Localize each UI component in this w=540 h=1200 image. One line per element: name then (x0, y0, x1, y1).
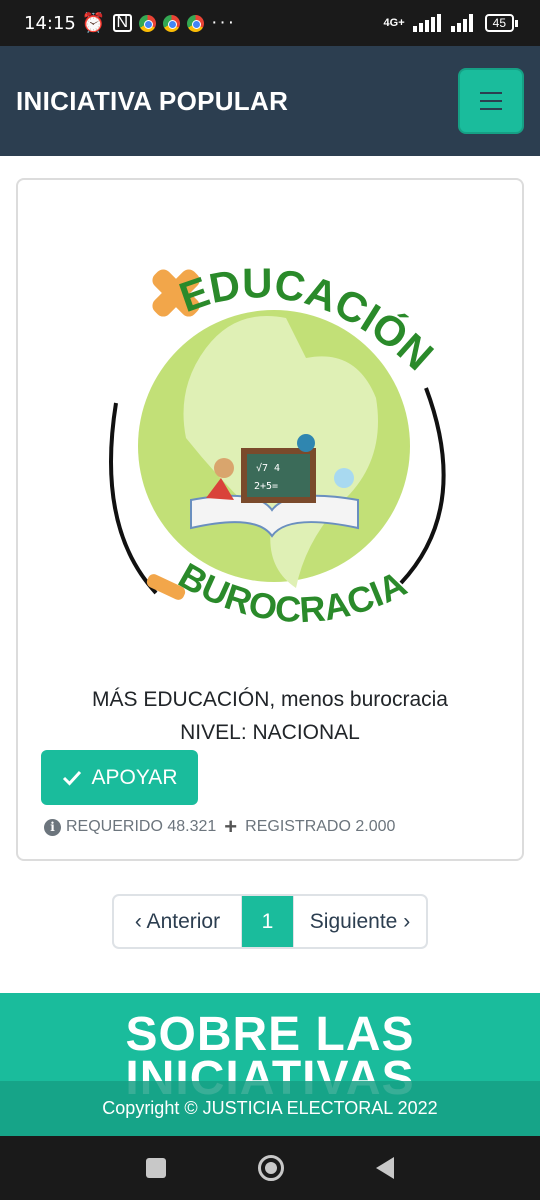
initiative-title: MÁS EDUCACIÓN, menos burocracia (92, 688, 448, 711)
support-button-label: APOYAR (91, 765, 178, 789)
chrome-icon (163, 14, 181, 32)
hamburger-icon-bar (480, 100, 502, 102)
pagination-page-current[interactable]: 1 (242, 896, 293, 947)
brand-title[interactable]: INICIATIVA POPULAR (16, 86, 288, 117)
status-time: 14:15 (24, 12, 76, 34)
svg-text:√7 4: √7 4 (256, 462, 280, 474)
status-bar: 14:15 ⏰ N ··· 4G+ 45 (0, 0, 540, 46)
recent-apps-icon[interactable] (146, 1158, 166, 1178)
home-icon[interactable] (258, 1155, 284, 1181)
about-section: SOBRE LAS INICIATIVAS Copyright © JUSTIC… (0, 993, 540, 1136)
signal-icon (412, 14, 441, 32)
registered-count: REGISTRADO 2.000 (245, 818, 396, 835)
plus-icon: + (224, 814, 238, 839)
initiative-level: NIVEL: NACIONAL (180, 721, 360, 744)
battery-icon: 45 (484, 14, 518, 32)
hamburger-icon-bar (480, 108, 502, 110)
initiative-stats: i REQUERIDO 48.321 + REGISTRADO 2.000 (44, 814, 395, 840)
alarm-icon: ⏰ (81, 13, 106, 34)
copyright-text: Copyright © JUSTICIA ELECTORAL 2022 (102, 1098, 438, 1118)
initiative-logo: √7 4 2+5= EDUCACIÓN BUROCRACIA (109, 259, 446, 630)
top-navbar: INICIATIVA POPULAR (0, 46, 540, 156)
chrome-icon (187, 14, 205, 32)
chrome-icon (139, 14, 157, 32)
nfc-icon: N (112, 14, 133, 32)
required-count: REQUERIDO 48.321 (66, 818, 217, 835)
system-navigation-bar (0, 1136, 540, 1200)
initiative-card: √7 4 2+5= EDUCACIÓN BUROCRACIA MÁS EDUCA… (16, 178, 524, 861)
network-type: 4G+ (383, 17, 405, 29)
back-icon[interactable] (376, 1157, 394, 1179)
hamburger-icon-bar (480, 92, 502, 94)
signal-icon (450, 14, 473, 32)
pagination-next[interactable]: Siguiente › (293, 896, 426, 947)
footer: Copyright © JUSTICIA ELECTORAL 2022 (0, 1081, 540, 1136)
pagination: ‹ Anterior 1 Siguiente › (112, 894, 428, 949)
menu-toggle-button[interactable] (458, 68, 524, 134)
svg-text:2+5=: 2+5= (254, 481, 278, 492)
more-notifications-icon: ··· (211, 12, 237, 33)
pagination-previous[interactable]: ‹ Anterior (114, 896, 242, 947)
info-icon: i (44, 818, 61, 836)
check-icon (62, 770, 81, 786)
battery-level: 45 (484, 14, 514, 32)
support-button[interactable]: APOYAR (41, 750, 198, 805)
